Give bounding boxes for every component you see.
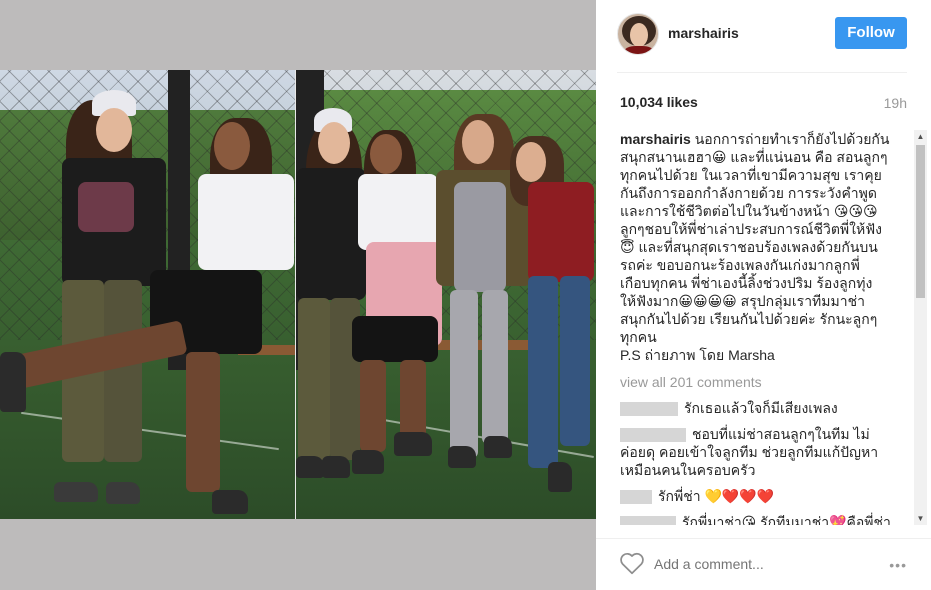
likes-count[interactable]: 10,034 likes [620,94,698,110]
caption-line: กันถึงการออกกำลังกายด้วย การระวังคำพูด [620,185,877,201]
caption-line: รถค่ะ ขอบอกนะร้องเพลงกันเก่งมากลูกพี่ [620,257,860,273]
comment-text: รักพี่มาช่า😘 รักทีมมาช่า💖คือพี่ช่า [682,514,891,525]
caption-ps: P.S ถ่ายภาพ โดย Marsha [620,347,775,363]
caption-line: ให้ฟังมาก😀😀😀😀 สรุปกลุ่มเราทีมมาช่า [620,293,865,309]
red-heart-emoji: ❤️ [739,488,757,504]
comment-text: ค่อยดุ คอยเข้าใจลูกทีม ช่วยลูกทีมแก้ปัญห… [620,444,879,460]
add-comment-input[interactable] [654,555,814,573]
comment-item: รักพี่ช่า 💛❤️❤️❤️ [620,487,914,505]
red-heart-emoji: ❤️ [756,488,775,504]
caption-line: นอกการถ่ายทำเราก็ยังไปด้วยกัน [694,131,890,147]
caption-line: สนุกกันไปด้วย เรียนกันไปด้วยค่ะ รักนะลูก… [620,311,878,327]
red-heart-emoji: ❤️ [721,488,740,504]
yellow-heart-emoji: 💛 [704,488,722,504]
post-photo-left [0,70,296,519]
comment-text: รักพี่ช่า [658,488,701,504]
scroll-thumb[interactable] [916,145,925,298]
more-options-icon[interactable]: ••• [889,557,907,573]
comment-username-redacted[interactable] [620,428,686,443]
caption-line: เกือบทุกคน พี่ช่าเองนี้ลิ้งช่วงปริม ร้อง… [620,275,873,291]
follow-button[interactable]: Follow [835,17,907,49]
caption-line: และการใช้ชีวิตต่อไปในวันข้างหน้า 😘😘😘 [620,203,878,219]
comment-username-redacted[interactable] [620,402,678,417]
post-photo-right [296,70,596,519]
caption-line: 😇 และที่สนุกสุดเราชอบร้องเพลงด้วยกันบน [620,239,878,255]
comment-text: เหมือนคนในครอบครัว [620,462,756,478]
comment-item: รักพี่มาช่า😘 รักทีมมาช่า💖คือพี่ช่า [620,513,914,525]
timestamp[interactable]: 19h [884,95,907,111]
comment-username-redacted[interactable] [620,490,652,505]
comment-item: รักเธอแล้วใจก็มีเสียงเพลง [620,399,914,417]
divider [617,72,907,73]
comment-text: ชอบที่แม่ช่าสอนลูกๆในทีม ไม่ [692,426,870,442]
caption-line: ทุกคนไปด้วย ในเวลาที่เขามีความสุข เราคุย [620,167,882,183]
comment-item: ชอบที่แม่ช่าสอนลูกๆในทีม ไม่ ค่อยดุ คอยเ… [620,425,914,479]
caption-line: ทุกคน [620,329,657,345]
view-all-comments-link[interactable]: view all 201 comments [620,373,914,391]
comments-scrollbar[interactable]: ▲ ▼ [914,130,927,525]
avatar[interactable] [617,13,659,55]
username-link[interactable]: marshairis [668,25,739,41]
post-info-panel: marshairis Follow 10,034 likes 19h marsh… [596,0,931,590]
scroll-up-arrow-icon[interactable]: ▲ [914,130,927,143]
comment-footer: ••• [596,538,931,590]
caption-username[interactable]: marshairis [620,131,691,147]
caption: marshairis นอกการถ่ายทำเราก็ยังไปด้วยกัน… [620,130,914,364]
comment-username-redacted[interactable] [620,516,676,525]
heart-outline-icon[interactable] [619,551,645,575]
comments-list[interactable]: marshairis นอกการถ่ายทำเราก็ยังไปด้วยกัน… [620,130,914,525]
post-header: marshairis Follow [596,0,931,70]
post-media [0,0,596,590]
caption-line: สนุกสนานเฮฮา😀 และที่แน่นอน คือ สอนลูกๆ [620,149,888,165]
caption-line: ลูกๆชอบให้พี่ช่าเล่าประสบการณ์ชีวิตพี่ให… [620,221,882,237]
comment-text: รักเธอแล้วใจก็มีเสียงเพลง [684,400,838,416]
scroll-down-arrow-icon[interactable]: ▼ [914,512,927,525]
